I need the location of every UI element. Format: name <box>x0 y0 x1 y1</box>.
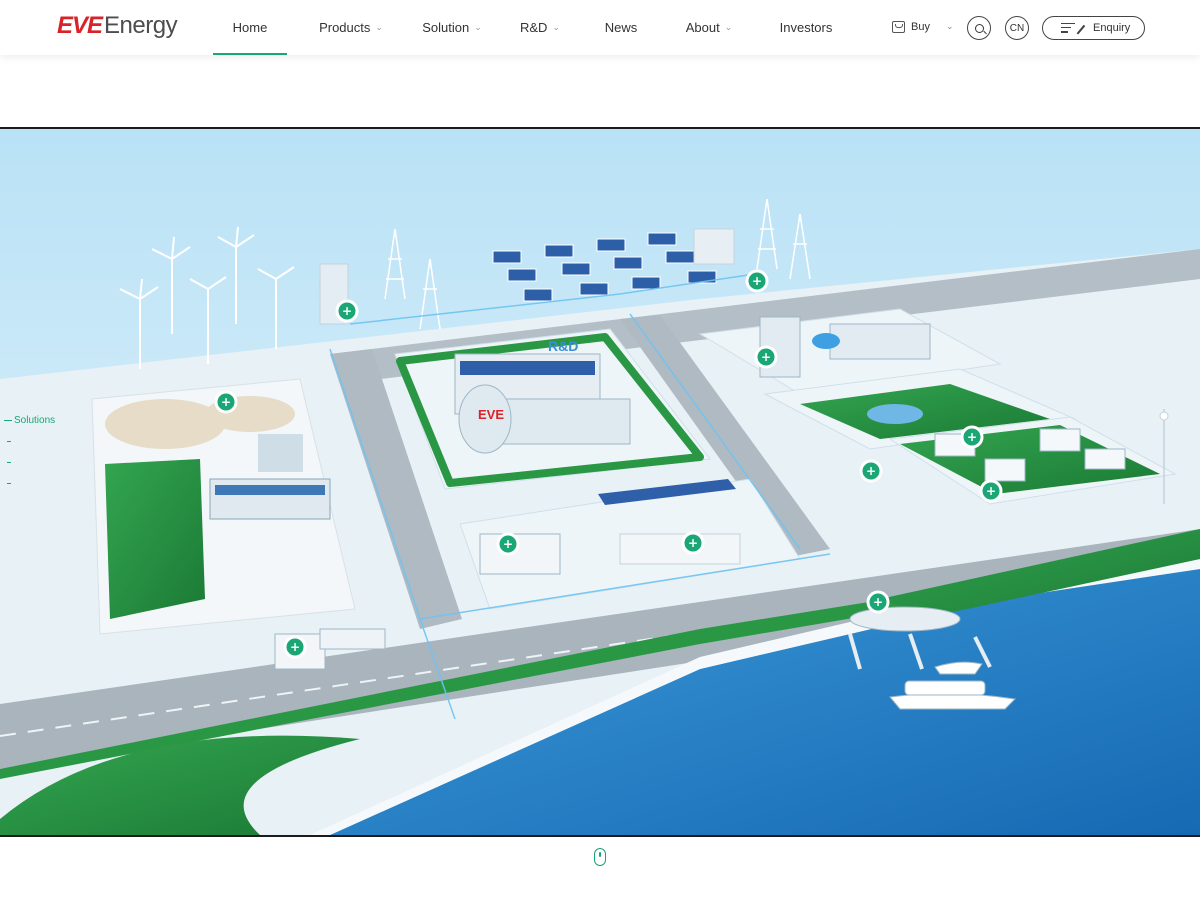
nav-item-label: R&D <box>520 20 548 35</box>
hotspot-marine[interactable]: + <box>866 590 890 614</box>
side-nav-item[interactable] <box>0 476 55 490</box>
nav-item-news[interactable]: News <box>583 0 659 55</box>
nav-item-about[interactable]: About ⌄ <box>659 0 759 55</box>
side-nav-label: Solutions <box>14 414 56 426</box>
logo-wordmark: Energy <box>104 12 178 39</box>
nav-item-label: About <box>685 20 720 35</box>
hotspot-energy-storage[interactable]: + <box>496 532 520 556</box>
plus-icon: + <box>967 430 977 444</box>
hero-scene: EVE R&D + + + + + + + + + + + <box>0 127 1200 837</box>
nav-item-products[interactable]: Products ⌄ <box>295 0 407 55</box>
plus-icon: + <box>986 484 996 498</box>
scroll-down-mouse-icon[interactable] <box>594 848 606 866</box>
rnd-sign: R&D <box>548 338 578 354</box>
language-switch-button[interactable]: CN <box>1005 16 1029 40</box>
buy-button[interactable]: Buy <box>892 16 930 38</box>
side-nav-item[interactable] <box>0 434 55 448</box>
plus-icon: + <box>752 274 762 288</box>
hotspot-power-grid[interactable]: + <box>745 269 769 293</box>
plus-icon: + <box>761 350 771 364</box>
plus-icon: + <box>873 595 883 609</box>
hotspot-home-storage[interactable]: + <box>979 479 1003 503</box>
side-nav-item[interactable] <box>0 455 55 469</box>
nav-item-label: Products <box>319 20 371 35</box>
shopping-bag-icon <box>892 21 905 33</box>
enquiry-label: Enquiry <box>1093 22 1131 34</box>
hotspot-fuel-station[interactable]: + <box>283 635 307 659</box>
eve-energy-logo[interactable]: EVE Energy <box>57 12 178 40</box>
side-nav-dash <box>7 461 11 463</box>
nav-item-label: News <box>604 20 638 35</box>
nav-item-solution[interactable]: Solution ⌄ <box>407 0 497 55</box>
nav-item-investors[interactable]: Investors <box>759 0 853 55</box>
plus-icon: + <box>503 537 513 551</box>
hotspot-wind-power[interactable]: + <box>335 299 359 323</box>
buy-label: Buy <box>911 21 930 33</box>
hotspot-mining[interactable]: + <box>214 390 238 414</box>
side-nav-dash <box>7 440 11 442</box>
side-nav-item-solutions[interactable]: Solutions <box>0 413 55 427</box>
side-nav-dash <box>7 482 11 484</box>
chevron-down-icon[interactable]: ⌄ <box>946 21 954 32</box>
search-button[interactable] <box>967 16 991 40</box>
side-nav-dash <box>4 419 12 421</box>
plus-icon: + <box>866 464 876 478</box>
hotspot-ev-charging[interactable]: + <box>859 459 883 483</box>
site-header: EVE Energy Home Products ⌄ Solution ⌄ R&D ⌄… <box>0 0 1200 55</box>
hotspot-charging-station[interactable]: + <box>681 531 705 555</box>
language-label: CN <box>1009 22 1025 34</box>
hotspot-homes[interactable]: + <box>960 425 984 449</box>
enquiry-button[interactable]: Enquiry <box>1042 16 1145 40</box>
main-nav: Home Products ⌄ Solution ⌄ R&D ⌄ News About… <box>213 0 853 55</box>
nav-item-label: Solution <box>422 20 470 35</box>
plus-icon: + <box>290 640 300 654</box>
energy-park-illustration: EVE R&D + + + + + + + + + + + <box>0 129 1200 835</box>
nav-item-label: Home <box>232 20 268 35</box>
chevron-down-icon: ⌄ <box>474 22 482 32</box>
nav-item-home[interactable]: Home <box>213 0 287 55</box>
side-section-nav: Solutions <box>0 413 55 497</box>
chevron-down-icon: ⌄ <box>724 22 733 32</box>
chevron-down-icon: ⌄ <box>375 22 383 32</box>
plus-icon: + <box>688 536 698 550</box>
building-sign: EVE <box>478 407 504 422</box>
logo-mark: EVE <box>57 12 103 39</box>
nav-item-rnd[interactable]: R&D ⌄ <box>497 0 583 55</box>
search-icon <box>974 23 984 33</box>
chevron-down-icon: ⌄ <box>552 22 560 32</box>
edit-note-icon <box>1061 23 1077 34</box>
plus-icon: + <box>342 304 352 318</box>
nav-item-label: Investors <box>779 20 833 35</box>
hotspot-data-center[interactable]: + <box>754 345 778 369</box>
plus-icon: + <box>221 395 231 409</box>
